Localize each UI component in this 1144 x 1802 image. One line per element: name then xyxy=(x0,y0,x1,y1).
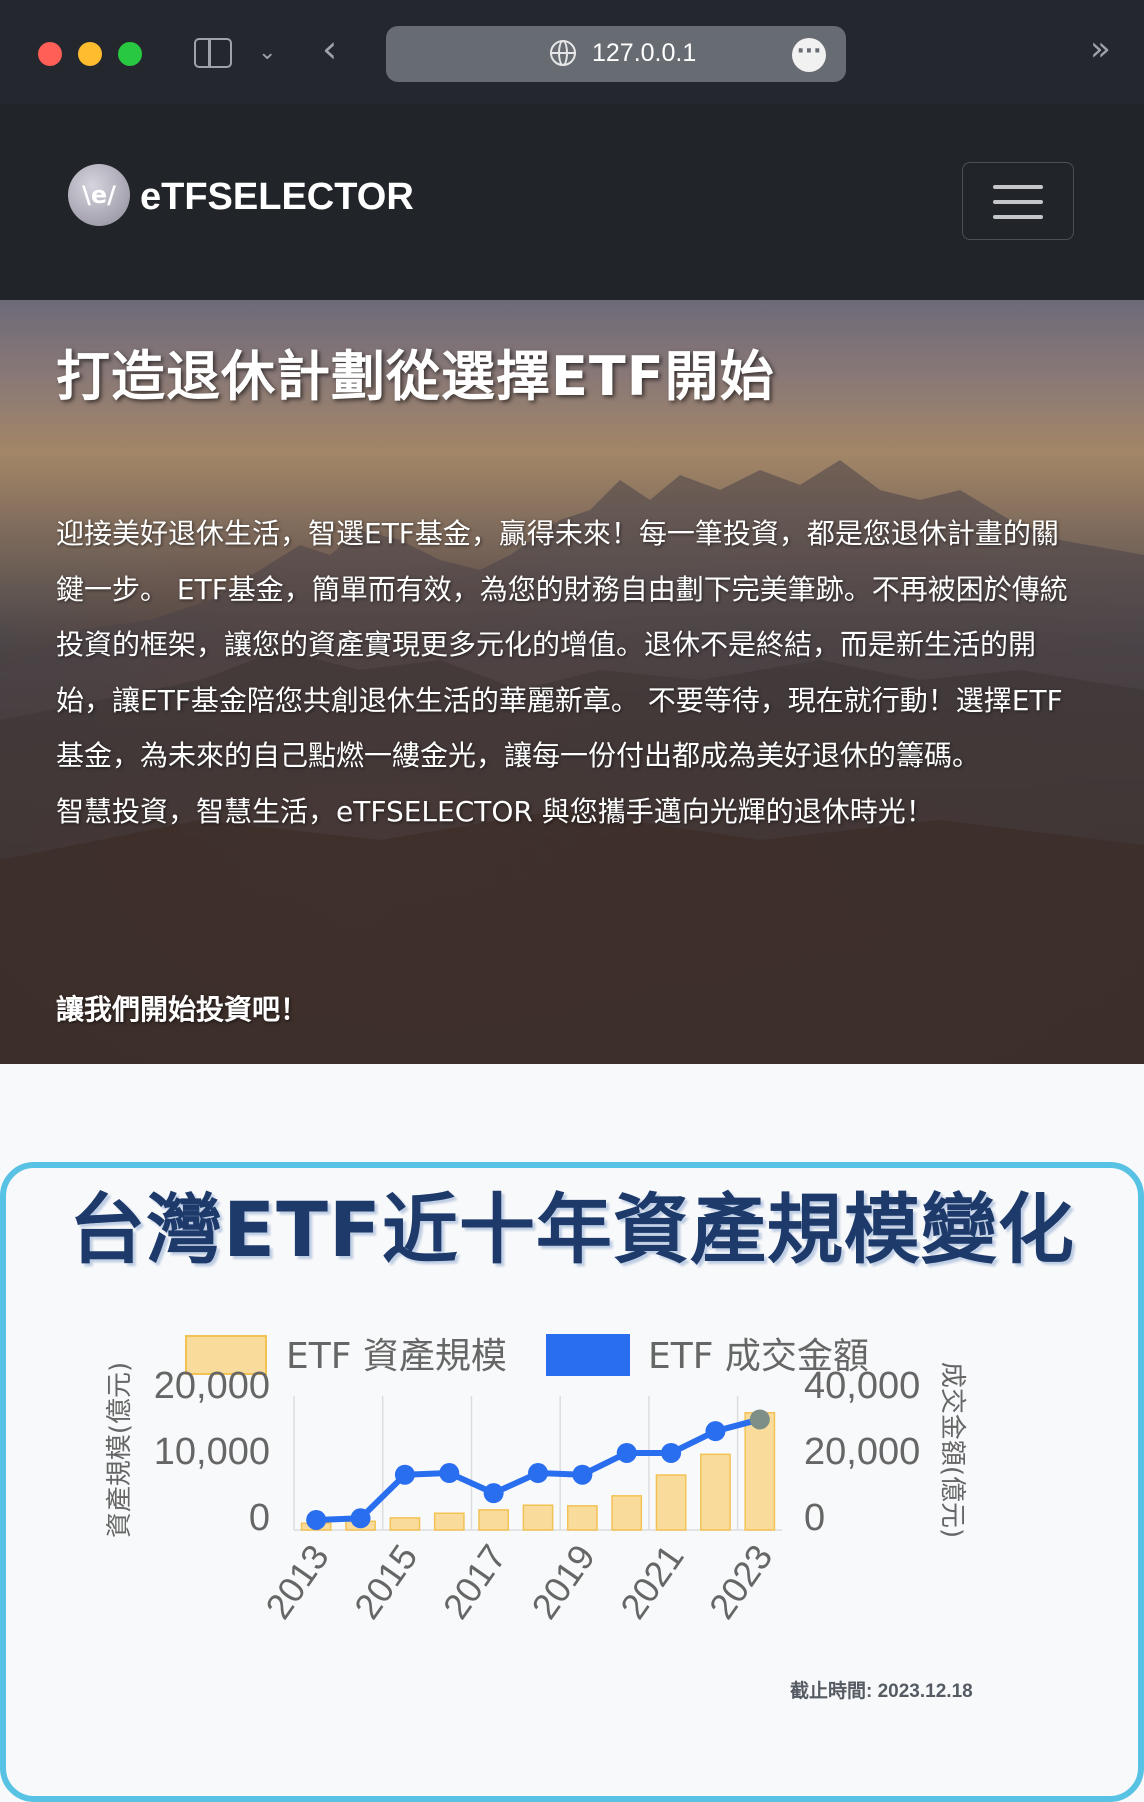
address-bar[interactable]: 127.0.0.1 ··· xyxy=(386,26,846,82)
bar xyxy=(389,1517,421,1531)
x-tick-label: 2013 xyxy=(257,1537,337,1626)
globe-icon xyxy=(550,40,576,66)
extensions-icon[interactable]: » xyxy=(1090,32,1111,66)
y-left-tick: 10,000 xyxy=(154,1431,270,1473)
line-point xyxy=(572,1464,593,1485)
line-point xyxy=(306,1509,327,1530)
line-point xyxy=(350,1508,371,1529)
site-navbar: \e/ eTFSELECTOR xyxy=(0,104,1144,300)
legend-swatch-volume[interactable] xyxy=(546,1334,630,1376)
brand-name[interactable]: eTFSELECTOR xyxy=(140,176,414,219)
x-tick-label: 2019 xyxy=(523,1537,603,1626)
bar xyxy=(611,1495,643,1531)
data-cutoff-note: 截止時間: 2023.12.18 xyxy=(790,1681,973,1702)
line-point xyxy=(394,1464,415,1485)
y-left-tick: 20,000 xyxy=(154,1365,270,1407)
x-tick-label: 2015 xyxy=(346,1537,426,1626)
sidebar-icon[interactable] xyxy=(194,38,232,68)
x-tick-label: 2017 xyxy=(435,1537,515,1626)
y-left-tick: 0 xyxy=(249,1497,270,1539)
bar xyxy=(433,1512,465,1531)
line-point xyxy=(661,1442,682,1463)
hamburger-menu-icon[interactable] xyxy=(962,162,1074,240)
y-right-axis-label: 成交金額(億元) xyxy=(937,1362,967,1538)
hero-paragraph: 迎接美好退休生活，智選ETF基金，贏得未來！每一筆投資，都是您退休計畫的關鍵一步… xyxy=(56,506,1086,839)
bar xyxy=(700,1453,731,1531)
line-point xyxy=(528,1463,548,1484)
close-window-button[interactable] xyxy=(38,42,62,66)
y-left-axis-label: 資產規模(億元) xyxy=(105,1362,135,1538)
chevron-down-icon[interactable]: ⌄ xyxy=(258,40,276,65)
hero-title: 打造退休計劃從選擇ETF開始 xyxy=(56,345,775,408)
bar xyxy=(478,1509,510,1531)
zoom-window-button[interactable] xyxy=(118,42,142,66)
etf-chart: ETF 資產規模 ETF 成交金額 20,000 10,000 0 40,000… xyxy=(105,1334,967,1626)
x-tick-label: 2023 xyxy=(701,1537,781,1626)
minimize-window-button[interactable] xyxy=(78,42,102,66)
y-right-tick: 20,000 xyxy=(804,1431,920,1473)
line-point xyxy=(483,1483,504,1504)
hero-tagline: 智慧投資，智慧生活，eTFSELECTOR 與您攜手邁向光輝的退休時光！ xyxy=(56,794,934,828)
y-right-tick: 0 xyxy=(804,1497,825,1539)
hero-section: 打造退休計劃從選擇ETF開始 迎接美好退休生活，智選ETF基金，贏得未來！每一筆… xyxy=(0,300,1144,1064)
url-text[interactable]: 127.0.0.1 xyxy=(592,39,696,68)
back-icon[interactable]: ‹ xyxy=(322,30,337,68)
legend-label-assets[interactable]: ETF 資產規模 xyxy=(286,1336,507,1377)
hero-intro-text: 迎接美好退休生活，智選ETF基金，贏得未來！每一筆投資，都是您退休計畫的關鍵一步… xyxy=(56,517,1068,772)
line-point xyxy=(439,1463,460,1484)
line-point xyxy=(616,1442,637,1463)
bar xyxy=(744,1412,776,1531)
line-point xyxy=(705,1421,726,1442)
x-tick-label: 2021 xyxy=(612,1537,692,1626)
bar xyxy=(655,1474,687,1531)
more-icon[interactable]: ··· xyxy=(792,38,826,72)
line-point xyxy=(749,1409,770,1430)
hero-cta-text: 讓我們開始投資吧！ xyxy=(56,993,309,1026)
browser-toolbar: ⌄ ‹ 127.0.0.1 ··· » xyxy=(0,0,1144,104)
bar xyxy=(566,1505,598,1531)
x-axis-ticks: 2013 2015 2017 2019 2021 2023 xyxy=(257,1537,780,1626)
y-right-tick: 40,000 xyxy=(804,1365,920,1407)
chart-title: 台灣ETF近十年資產規模變化 xyxy=(69,1185,1075,1274)
logo-icon[interactable]: \e/ xyxy=(68,164,130,226)
bar xyxy=(522,1504,554,1531)
